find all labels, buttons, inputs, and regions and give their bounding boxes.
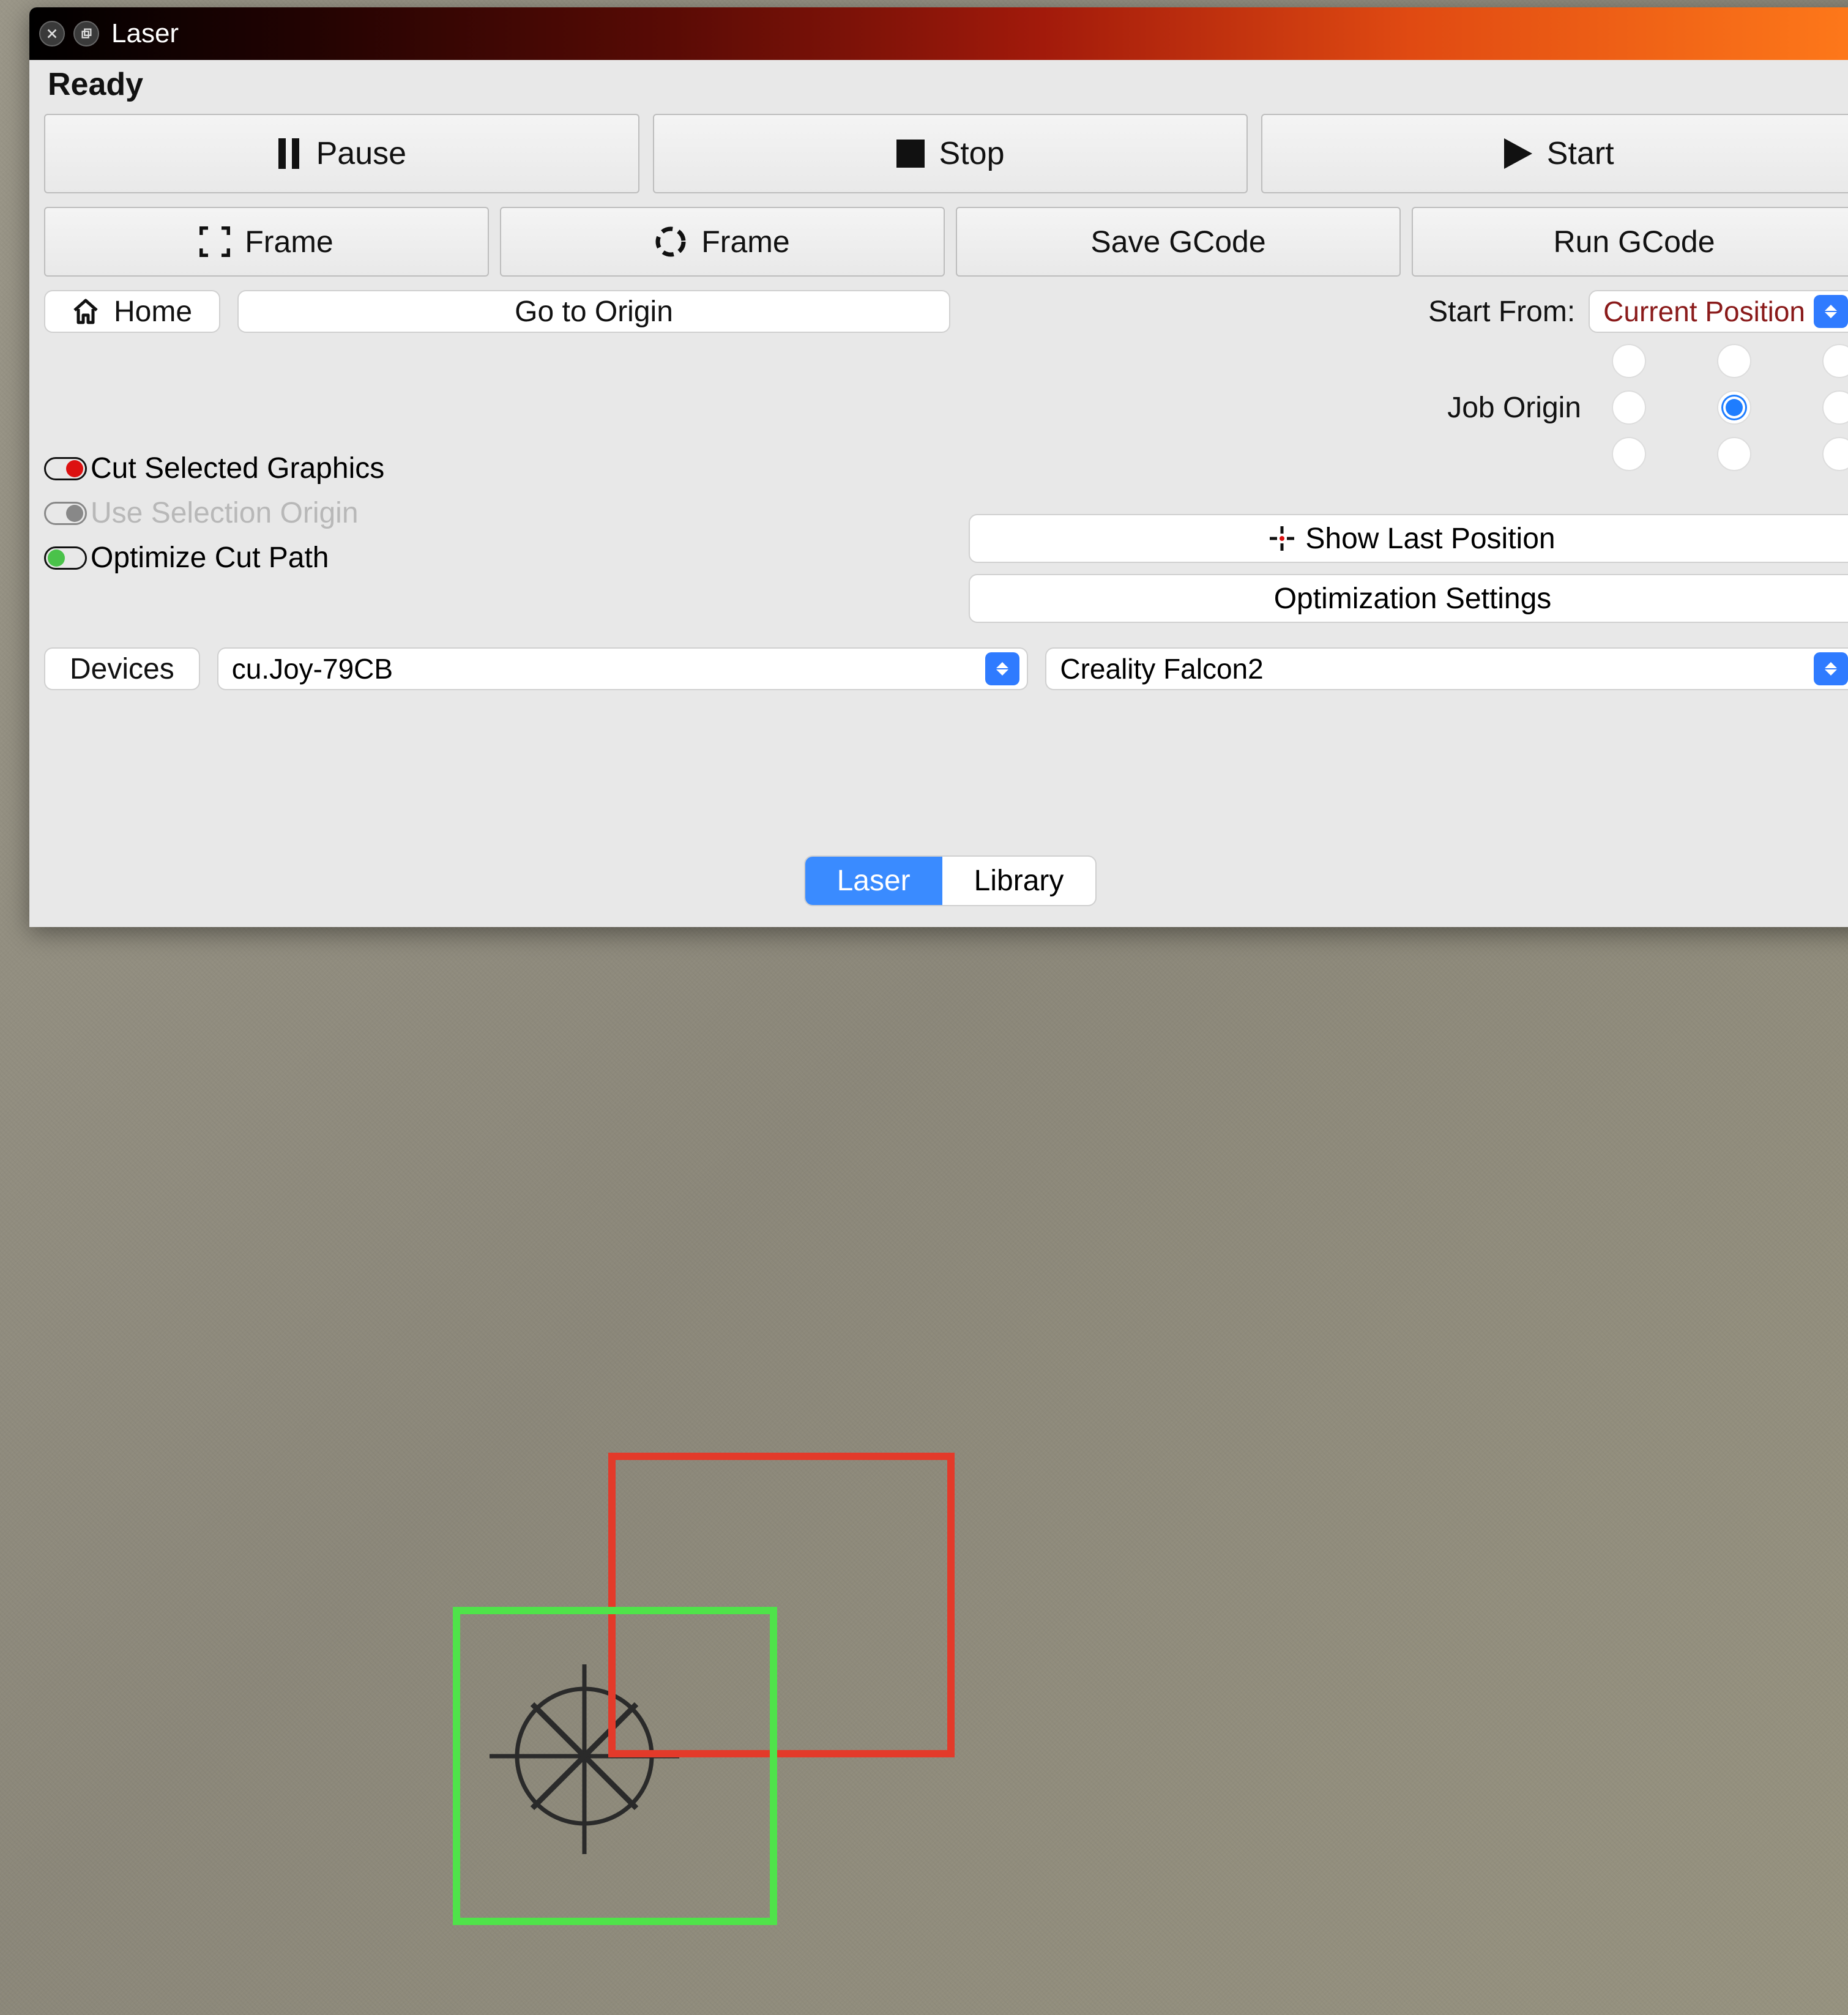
cut-selected-row: Cut Selected Graphics [44, 452, 950, 485]
optimization-settings-label: Optimization Settings [1274, 582, 1552, 616]
home-icon [72, 298, 99, 325]
profile-select[interactable]: Creality Falcon2 [1045, 647, 1848, 690]
frame-square-label: Frame [245, 224, 333, 259]
home-label: Home [114, 295, 192, 329]
select-stepper-icon [1814, 652, 1848, 685]
job-origin-radio-bc[interactable] [1717, 437, 1751, 471]
devices-button[interactable]: Devices [44, 647, 200, 690]
optimization-settings-button[interactable]: Optimization Settings [969, 574, 1848, 623]
frame-circle-button[interactable]: Frame [500, 207, 945, 277]
start-button[interactable]: Start [1261, 114, 1848, 193]
stop-button[interactable]: Stop [653, 114, 1248, 193]
profile-value: Creality Falcon2 [1060, 652, 1805, 685]
job-origin-radio-tr[interactable] [1822, 344, 1848, 378]
frame-circle-label: Frame [701, 224, 789, 259]
green-reference-square [453, 1607, 777, 1925]
go-to-origin-button[interactable]: Go to Origin [237, 290, 950, 333]
panel-tab-segment: Laser Library [804, 855, 1097, 906]
stop-icon [896, 140, 925, 168]
job-origin-radio-mr[interactable] [1822, 390, 1848, 425]
go-to-origin-label: Go to Origin [515, 295, 673, 329]
job-origin-grid [1612, 344, 1848, 471]
window-restore-button[interactable] [73, 21, 99, 47]
pause-icon [277, 138, 302, 169]
show-last-position-label: Show Last Position [1305, 522, 1555, 556]
cut-selected-toggle[interactable] [44, 457, 87, 480]
job-origin-radio-br[interactable] [1822, 437, 1848, 471]
stop-label: Stop [939, 135, 1005, 172]
pause-label: Pause [316, 135, 406, 172]
frame-square-button[interactable]: Frame [44, 207, 489, 277]
optimize-cut-path-toggle[interactable] [44, 546, 87, 570]
save-gcode-button[interactable]: Save GCode [956, 207, 1401, 277]
run-gcode-label: Run GCode [1553, 224, 1715, 259]
start-label: Start [1547, 135, 1614, 172]
save-gcode-label: Save GCode [1090, 224, 1265, 259]
window-title: Laser [111, 18, 179, 49]
titlebar: Laser [29, 7, 1848, 60]
devices-label: Devices [70, 652, 174, 686]
optimize-cut-path-row: Optimize Cut Path [44, 541, 950, 575]
home-button[interactable]: Home [44, 290, 220, 333]
port-select[interactable]: cu.Joy-79CB [217, 647, 1029, 690]
start-from-value: Current Position [1603, 295, 1805, 328]
laser-panel-window: Laser Ready Pause Stop [29, 7, 1848, 927]
job-origin-radio-tc[interactable] [1717, 344, 1751, 378]
select-stepper-icon [1814, 295, 1848, 328]
frame-circle-icon [655, 226, 687, 258]
job-origin-radio-ml[interactable] [1612, 390, 1646, 425]
job-origin-radio-tl[interactable] [1612, 344, 1646, 378]
use-selection-origin-toggle[interactable] [44, 502, 87, 525]
play-icon [1504, 138, 1532, 169]
tab-library[interactable]: Library [942, 857, 1096, 905]
run-gcode-button[interactable]: Run GCode [1412, 207, 1848, 277]
show-last-position-button[interactable]: Show Last Position [969, 514, 1848, 563]
use-selection-origin-row: Use Selection Origin [44, 496, 950, 530]
status-text: Ready [44, 60, 1848, 114]
frame-square-icon [199, 226, 230, 257]
cut-selected-label: Cut Selected Graphics [91, 452, 384, 485]
start-from-select[interactable]: Current Position [1589, 290, 1848, 333]
use-selection-origin-label: Use Selection Origin [91, 496, 359, 530]
job-origin-radio-bl[interactable] [1612, 437, 1646, 471]
window-close-button[interactable] [39, 21, 65, 47]
select-stepper-icon [985, 652, 1019, 685]
start-from-label: Start From: [1428, 295, 1575, 329]
tab-laser[interactable]: Laser [805, 857, 942, 905]
port-value: cu.Joy-79CB [232, 652, 977, 685]
job-origin-radio-mc[interactable] [1717, 390, 1751, 425]
optimize-cut-path-label: Optimize Cut Path [91, 541, 329, 575]
crosshair-icon [1270, 526, 1294, 551]
job-origin-label: Job Origin [1447, 391, 1581, 425]
pause-button[interactable]: Pause [44, 114, 639, 193]
